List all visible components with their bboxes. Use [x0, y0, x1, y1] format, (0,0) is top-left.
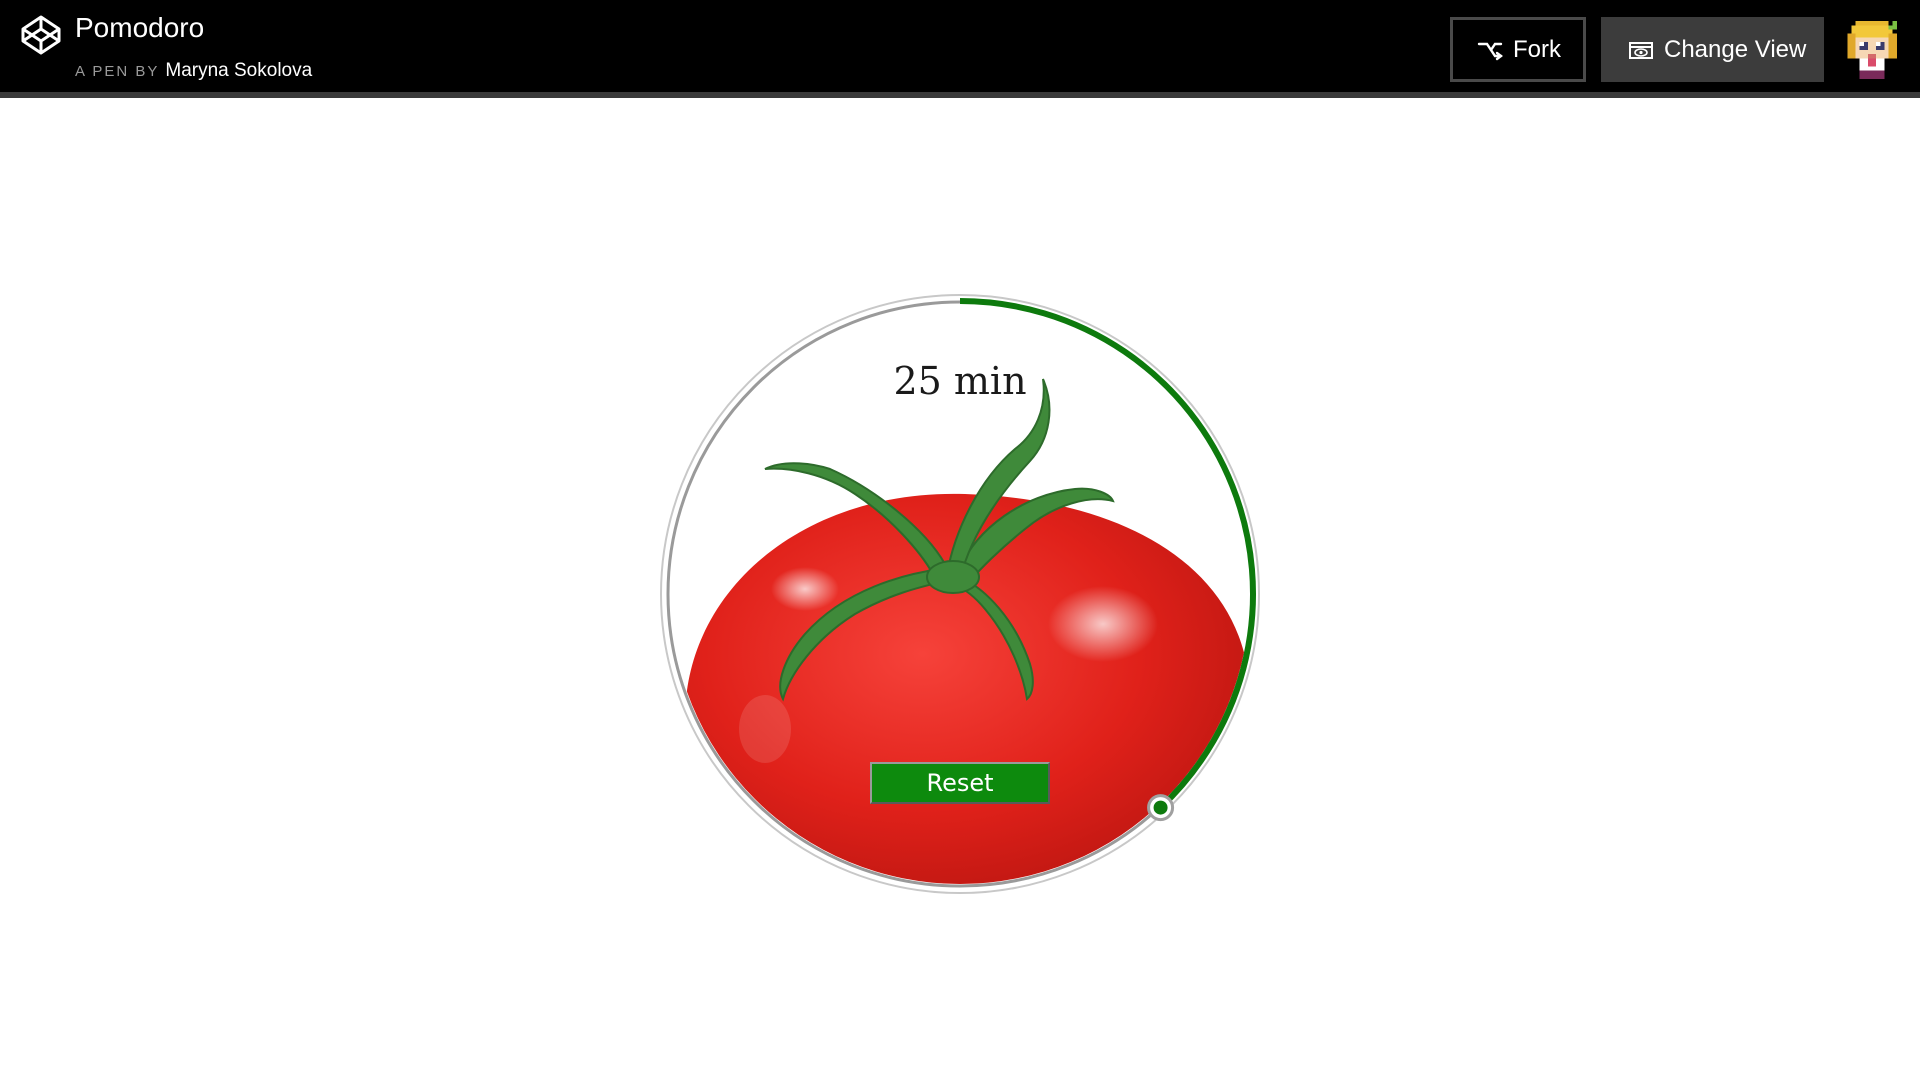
fork-label: Fork — [1513, 35, 1561, 63]
eye-icon — [1629, 41, 1653, 59]
topbar: Pomodoro A PEN BY Maryna Sokolova Fork Ch… — [0, 0, 1920, 98]
fork-button[interactable]: Fork — [1450, 17, 1586, 82]
change-view-label: Change View — [1664, 35, 1807, 63]
pen-title: Pomodoro — [75, 12, 205, 43]
change-view-button[interactable]: Change View — [1601, 17, 1824, 82]
reset-button[interactable]: Reset — [870, 762, 1050, 804]
fork-icon — [1477, 42, 1503, 60]
codepen-logo-icon[interactable] — [20, 14, 62, 56]
pomodoro-stage: 25 min Reset — [0, 104, 1920, 1080]
timer-handle-dot — [1153, 800, 1168, 815]
pen-byline: A PEN BY Maryna Sokolova — [75, 60, 312, 82]
pixel-avatar[interactable] — [1839, 17, 1905, 83]
pen-by-label: A PEN BY — [75, 63, 160, 80]
timer-display: 25 min — [893, 359, 1027, 403]
pen-author-link[interactable]: Maryna Sokolova — [165, 60, 312, 81]
